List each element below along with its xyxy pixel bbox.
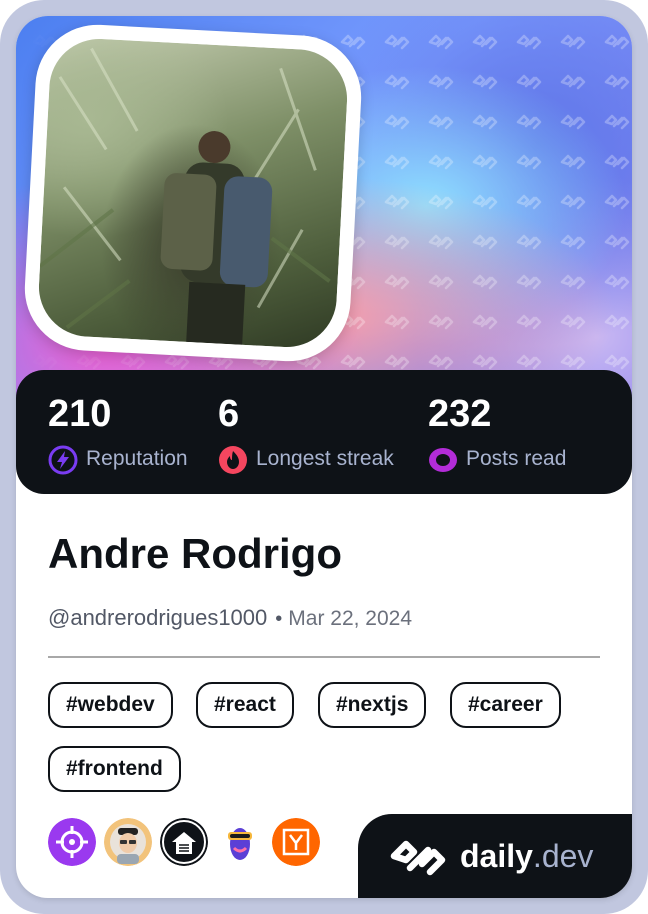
longest-streak-label: Longest streak: [256, 447, 394, 470]
profile-name: Andre Rodrigo: [48, 530, 342, 577]
streak-flame-icon: [219, 446, 247, 474]
daily-dev-logo-icon: [390, 840, 446, 876]
avatar[interactable]: [36, 36, 350, 350]
reputation-label: Reputation: [86, 447, 188, 470]
divider: [48, 656, 600, 658]
stats-bar: 210 Reputation 6 Longest streak 232 Post…: [16, 370, 632, 494]
brand-footer: daily.dev: [358, 814, 632, 898]
profile-card-frame: 210 Reputation 6 Longest streak 232 Post…: [0, 0, 648, 914]
brand-wordmark: daily: [460, 838, 533, 874]
posts-read-value: 232: [428, 393, 492, 435]
reputation-lightning-icon: [48, 445, 78, 475]
tag-nextjs[interactable]: #nextjs: [318, 682, 427, 728]
profile-meta: @andrerodrigues1000 • Mar 22, 2024: [48, 598, 412, 638]
tag-career[interactable]: #career: [450, 682, 561, 728]
memoji-avatar-icon[interactable]: [104, 818, 152, 866]
joined-date: Mar 22, 2024: [288, 607, 413, 630]
reputation-value: 210: [48, 393, 112, 435]
tag-webdev[interactable]: #webdev: [48, 682, 173, 728]
brand-tld: .dev: [532, 838, 594, 874]
meta-separator: •: [275, 608, 283, 630]
posts-read-label: Posts read: [466, 447, 567, 470]
vr-head-icon[interactable]: [216, 818, 264, 866]
profile-card: 210 Reputation 6 Longest streak 232 Post…: [16, 16, 632, 898]
tag-react[interactable]: #react: [196, 682, 294, 728]
tag-frontend[interactable]: #frontend: [48, 746, 181, 792]
avatar-frame: [21, 21, 365, 365]
crosshair-squad-icon[interactable]: [48, 818, 96, 866]
brand-name: daily.dev: [460, 834, 593, 878]
ycombinator-icon[interactable]: [272, 818, 320, 866]
profile-handle[interactable]: @andrerodrigues1000: [48, 605, 267, 630]
longest-streak-value: 6: [218, 393, 240, 435]
posts-read-eye-icon: [429, 448, 457, 472]
server-squad-icon[interactable]: [160, 818, 208, 866]
avatar-photo-art: [38, 47, 331, 345]
